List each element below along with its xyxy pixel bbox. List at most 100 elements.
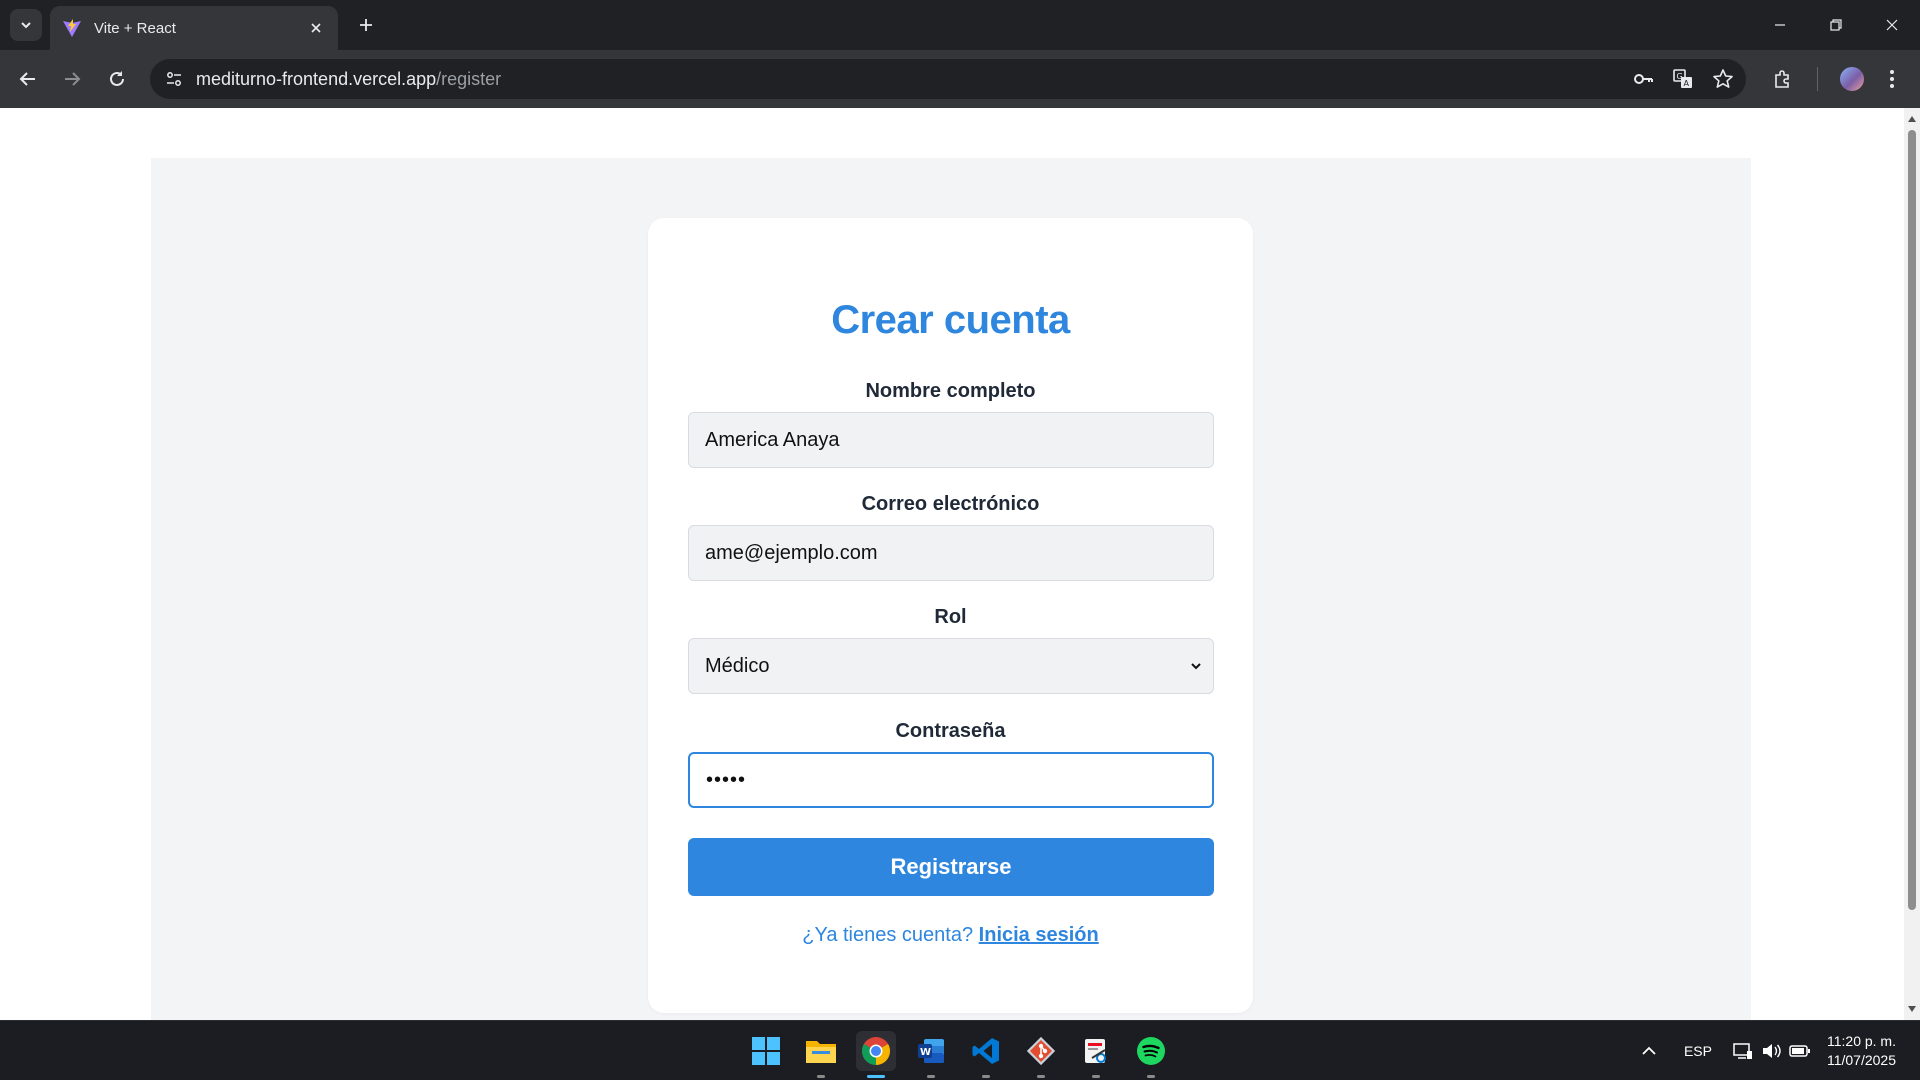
name-field[interactable]: America Anaya bbox=[688, 412, 1214, 468]
page-title: Crear cuenta bbox=[831, 298, 1070, 342]
taskbar-chrome[interactable] bbox=[856, 1031, 896, 1078]
svg-text:A: A bbox=[1684, 79, 1690, 88]
address-bar-actions: GA bbox=[1630, 59, 1736, 99]
address-bar[interactable]: mediturno-frontend.vercel.app/register G… bbox=[150, 59, 1746, 99]
active-indicator bbox=[867, 1075, 885, 1078]
volume-icon bbox=[1762, 1044, 1781, 1058]
clock-date: 11/07/2025 bbox=[1826, 1052, 1896, 1068]
restore-icon bbox=[1830, 19, 1842, 31]
clock-time: 11:20 p. m. bbox=[1826, 1033, 1896, 1049]
reload-button[interactable] bbox=[101, 63, 133, 95]
taskbar-word[interactable]: W bbox=[911, 1031, 951, 1078]
site-info-icon[interactable] bbox=[162, 67, 186, 91]
reload-icon bbox=[110, 71, 124, 86]
login-prompt: ¿Ya tienes cuenta? bbox=[802, 924, 974, 946]
word-icon: W bbox=[918, 1039, 944, 1063]
taskbar-snipping-tool[interactable] bbox=[1076, 1031, 1116, 1078]
scrollbar-thumb[interactable] bbox=[1908, 130, 1916, 910]
browser-tab[interactable]: Vite + React bbox=[50, 6, 338, 50]
chevron-down-icon bbox=[1191, 663, 1201, 670]
taskbar-start[interactable] bbox=[746, 1031, 786, 1071]
tab-search-button[interactable] bbox=[10, 9, 42, 41]
spotify-icon bbox=[1137, 1037, 1165, 1065]
git-icon bbox=[1026, 1036, 1056, 1066]
svg-text:G: G bbox=[1677, 72, 1683, 81]
profile-button[interactable] bbox=[1832, 59, 1872, 99]
email-label: Correo electrónico bbox=[861, 493, 1040, 515]
login-prompt-line: ¿Ya tienes cuenta? Inicia sesión bbox=[648, 924, 1253, 947]
password-label: Contraseña bbox=[895, 720, 1006, 742]
browser-toolbar: mediturno-frontend.vercel.app/register G… bbox=[0, 50, 1920, 108]
taskbar-file-explorer[interactable] bbox=[801, 1031, 841, 1078]
running-indicator bbox=[1037, 1075, 1045, 1078]
password-field[interactable]: ••••• bbox=[688, 752, 1214, 808]
taskbar-git[interactable] bbox=[1021, 1031, 1061, 1078]
taskbar-vscode[interactable] bbox=[966, 1031, 1006, 1078]
forward-icon bbox=[65, 72, 81, 86]
minimize-icon bbox=[1775, 24, 1785, 26]
close-window-button[interactable] bbox=[1864, 0, 1920, 50]
register-card: Crear cuenta Nombre completo America Ana… bbox=[648, 218, 1253, 1013]
role-value: Médico bbox=[705, 654, 770, 677]
chevron-up-icon bbox=[1642, 1046, 1656, 1055]
vite-favicon-icon bbox=[62, 18, 82, 38]
password-key-icon[interactable] bbox=[1630, 66, 1656, 92]
minimize-button[interactable] bbox=[1752, 0, 1808, 50]
extensions-button[interactable] bbox=[1763, 59, 1803, 99]
folder-icon bbox=[806, 1041, 836, 1063]
login-link[interactable]: Inicia sesión bbox=[979, 924, 1099, 946]
toolbar-right bbox=[1763, 50, 1920, 108]
taskbar-apps: W bbox=[746, 1021, 1171, 1081]
role-select[interactable]: Médico bbox=[688, 638, 1214, 694]
register-button[interactable]: Registrarse bbox=[688, 838, 1214, 896]
scroll-up-icon[interactable] bbox=[1907, 114, 1917, 124]
name-label: Nombre completo bbox=[865, 380, 1036, 402]
windows-start-icon bbox=[752, 1037, 780, 1065]
scroll-down-icon[interactable] bbox=[1907, 1004, 1917, 1014]
chevron-down-icon bbox=[21, 22, 31, 29]
snipping-tool-icon bbox=[1085, 1039, 1106, 1063]
tab-title: Vite + React bbox=[94, 19, 176, 37]
password-value: ••••• bbox=[706, 768, 747, 791]
system-tray: ESP 11:20 p. m. 11/07/2025 bbox=[1629, 1021, 1920, 1081]
translate-icon[interactable]: GA bbox=[1670, 66, 1696, 92]
extensions-icon bbox=[1775, 70, 1789, 88]
show-hidden-icons-button[interactable] bbox=[1629, 1046, 1669, 1056]
running-indicator bbox=[817, 1075, 825, 1078]
network-icon bbox=[1733, 1043, 1752, 1059]
menu-button[interactable] bbox=[1872, 59, 1912, 99]
name-value: America Anaya bbox=[705, 428, 840, 451]
back-button[interactable] bbox=[12, 63, 44, 95]
bookmark-star-icon[interactable] bbox=[1710, 66, 1736, 92]
quick-settings[interactable] bbox=[1727, 1042, 1817, 1060]
forward-button[interactable] bbox=[56, 63, 88, 95]
back-icon bbox=[19, 72, 35, 86]
close-window-icon bbox=[1886, 19, 1898, 31]
plus-icon bbox=[360, 19, 372, 31]
tab-strip: Vite + React bbox=[0, 0, 1920, 50]
new-tab-button[interactable] bbox=[352, 11, 380, 39]
svg-text:W: W bbox=[920, 1047, 931, 1058]
taskbar: W ESP 11:20 p. m. 11/07/2025 bbox=[0, 1020, 1920, 1080]
clock[interactable]: 11:20 p. m. 11/07/2025 bbox=[1817, 1032, 1920, 1070]
window-controls bbox=[1752, 0, 1920, 50]
restore-button[interactable] bbox=[1808, 0, 1864, 50]
running-indicator bbox=[982, 1075, 990, 1078]
avatar bbox=[1838, 65, 1866, 93]
kebab-menu-icon bbox=[1890, 70, 1894, 88]
url-host: mediturno-frontend.vercel.app bbox=[196, 68, 437, 89]
chrome-icon bbox=[862, 1037, 890, 1065]
running-indicator bbox=[1147, 1075, 1155, 1078]
taskbar-spotify[interactable] bbox=[1131, 1031, 1171, 1078]
page-viewport: Crear cuenta Nombre completo America Ana… bbox=[0, 108, 1904, 1020]
vscode-icon bbox=[972, 1038, 999, 1064]
close-icon[interactable] bbox=[306, 18, 326, 38]
running-indicator bbox=[927, 1075, 935, 1078]
page-scrollbar[interactable] bbox=[1904, 108, 1920, 1020]
email-value: ame@ejemplo.com bbox=[705, 541, 878, 564]
language-indicator[interactable]: ESP bbox=[1669, 1043, 1727, 1059]
url-text: mediturno-frontend.vercel.app/register bbox=[196, 69, 501, 90]
battery-icon bbox=[1789, 1045, 1810, 1057]
email-field[interactable]: ame@ejemplo.com bbox=[688, 525, 1214, 581]
toolbar-divider bbox=[1817, 67, 1818, 91]
